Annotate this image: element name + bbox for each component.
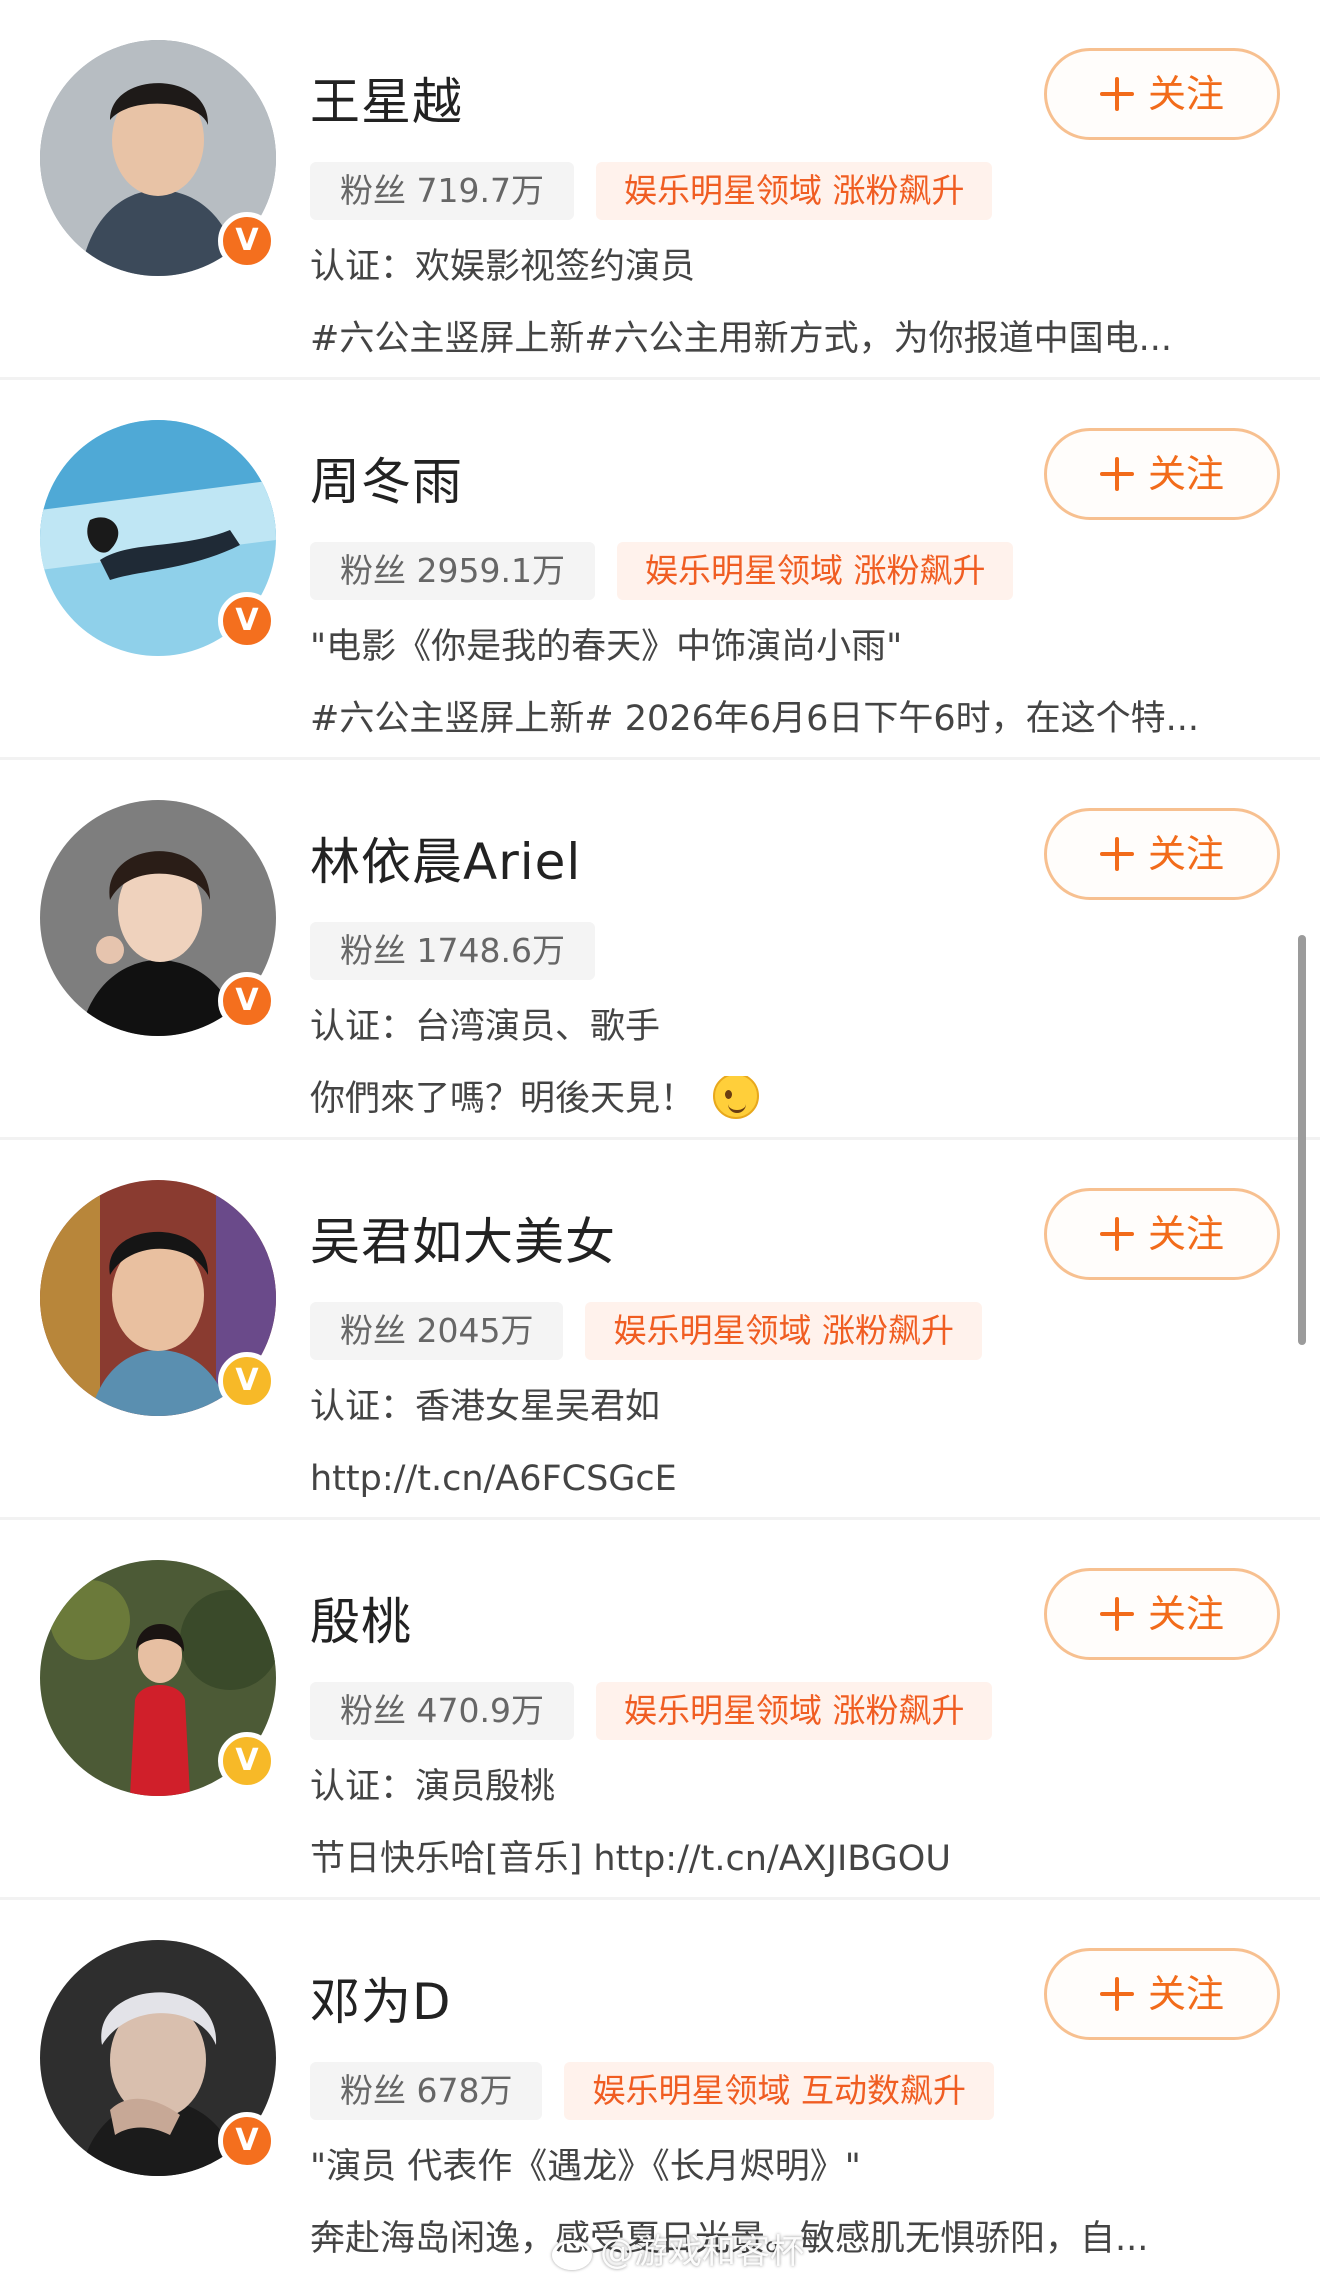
user-card[interactable]: V 殷桃 粉丝 470.9万 娱乐明星领域 涨粉飙升 认证：演员殷桃 节日快乐哈… bbox=[0, 1520, 1320, 1900]
plus-icon bbox=[1099, 837, 1134, 871]
user-card[interactable]: V 林依晨Ariel 粉丝 1748.6万 认证：台湾演员、歌手 你們來了嗎？明… bbox=[0, 760, 1320, 1140]
trending-badge: 娱乐明星领域 互动数飙升 bbox=[564, 2062, 994, 2120]
user-verification: 认证：欢娱影视签约演员 bbox=[310, 247, 696, 287]
fans-count-badge: 粉丝 470.9万 bbox=[310, 1682, 574, 1740]
plus-icon bbox=[1099, 77, 1134, 111]
follow-button[interactable]: 关注 bbox=[1044, 1948, 1280, 2040]
fans-count-badge: 粉丝 2045万 bbox=[310, 1302, 564, 1360]
user-name[interactable]: 周冬雨 bbox=[310, 452, 463, 512]
scrollbar[interactable] bbox=[1298, 935, 1306, 1345]
watermark-text: @游戏和客杯 bbox=[600, 2232, 804, 2272]
follow-label: 关注 bbox=[1147, 1592, 1224, 1636]
fans-count-badge: 粉丝 2959.1万 bbox=[310, 542, 595, 600]
user-tags: 粉丝 470.9万 娱乐明星领域 涨粉飙升 bbox=[310, 1682, 993, 1740]
wink-emoji-icon bbox=[713, 1076, 760, 1119]
user-name[interactable]: 吴君如大美女 bbox=[310, 1212, 616, 1272]
fans-count-badge: 粉丝 1748.6万 bbox=[310, 922, 595, 980]
user-latest-post[interactable]: 你們來了嗎？明後天見！ bbox=[310, 1076, 1290, 1123]
user-name[interactable]: 殷桃 bbox=[310, 1592, 412, 1652]
user-card[interactable]: V 王星越 粉丝 719.7万 娱乐明星领域 涨粉飙升 认证：欢娱影视签约演员 … bbox=[0, 0, 1320, 380]
user-verification: "演员 代表作《遇龙》《长月烬明》" bbox=[310, 2147, 861, 2187]
user-tags: 粉丝 2045万 娱乐明星领域 涨粉飙升 bbox=[310, 1302, 982, 1360]
user-name[interactable]: 王星越 bbox=[310, 72, 463, 132]
user-tags: 粉丝 719.7万 娱乐明星领域 涨粉飙升 bbox=[310, 162, 993, 220]
follow-label: 关注 bbox=[1147, 452, 1224, 496]
user-card[interactable]: V 吴君如大美女 粉丝 2045万 娱乐明星领域 涨粉飙升 认证：香港女星吴君如… bbox=[0, 1140, 1320, 1520]
avatar[interactable]: V bbox=[40, 1180, 276, 1416]
follow-button[interactable]: 关注 bbox=[1044, 1188, 1280, 1280]
trending-badge: 娱乐明星领域 涨粉飙升 bbox=[595, 162, 993, 220]
user-verification: "电影《你是我的春天》中饰演尚小雨" bbox=[310, 627, 903, 667]
watermark: @游戏和客杯 bbox=[548, 2224, 804, 2273]
verified-badge-icon: V bbox=[218, 212, 276, 270]
follow-label: 关注 bbox=[1147, 1972, 1224, 2016]
user-verification: 认证：台湾演员、歌手 bbox=[310, 1007, 661, 1047]
follow-button[interactable]: 关注 bbox=[1044, 48, 1280, 140]
weibo-logo-icon bbox=[548, 2232, 592, 2270]
verified-badge-icon: V bbox=[218, 1352, 276, 1410]
follow-label: 关注 bbox=[1147, 1212, 1224, 1256]
user-latest-post[interactable]: http://t.cn/A6FCSGcE bbox=[310, 1456, 1290, 1502]
user-tags: 粉丝 1748.6万 bbox=[310, 922, 595, 980]
user-latest-post[interactable]: 节日快乐哈[音乐] http://t.cn/AXJIBGOU bbox=[310, 1836, 1290, 1882]
trending-badge: 娱乐明星领域 涨粉飙升 bbox=[616, 542, 1014, 600]
avatar[interactable]: V bbox=[40, 420, 276, 656]
verified-badge-icon: V bbox=[218, 592, 276, 650]
plus-icon bbox=[1099, 457, 1134, 491]
user-latest-post[interactable]: #六公主竖屏上新#六公主用新方式，为你报道中国电... bbox=[310, 316, 1290, 362]
plus-icon bbox=[1099, 1217, 1134, 1251]
avatar[interactable]: V bbox=[40, 40, 276, 276]
follow-label: 关注 bbox=[1147, 832, 1224, 876]
plus-icon bbox=[1099, 1597, 1134, 1631]
avatar[interactable]: V bbox=[40, 1940, 276, 2176]
trending-badge: 娱乐明星领域 涨粉飙升 bbox=[585, 1302, 982, 1360]
verified-badge-icon: V bbox=[218, 1732, 276, 1790]
post-text: 你們來了嗎？明後天見！ bbox=[310, 1079, 696, 1119]
verified-badge-icon: V bbox=[218, 972, 276, 1030]
user-tags: 粉丝 2959.1万 娱乐明星领域 涨粉飙升 bbox=[310, 542, 1014, 600]
avatar[interactable]: V bbox=[40, 1560, 276, 1796]
user-name[interactable]: 邓为D bbox=[310, 1972, 452, 2032]
follow-label: 关注 bbox=[1147, 72, 1224, 116]
follow-button[interactable]: 关注 bbox=[1044, 1568, 1280, 1660]
user-card[interactable]: V 邓为D 粉丝 678万 娱乐明星领域 互动数飙升 "演员 代表作《遇龙》《长… bbox=[0, 1900, 1320, 2280]
user-verification: 认证：演员殷桃 bbox=[310, 1767, 556, 1807]
fans-count-badge: 粉丝 719.7万 bbox=[310, 162, 574, 220]
avatar[interactable]: V bbox=[40, 800, 276, 1036]
trending-badge: 娱乐明星领域 涨粉飙升 bbox=[595, 1682, 993, 1740]
follow-button[interactable]: 关注 bbox=[1044, 808, 1280, 900]
user-latest-post[interactable]: #六公主竖屏上新# 2026年6月6日下午6时，在这个特... bbox=[310, 696, 1290, 742]
verified-badge-icon: V bbox=[218, 2112, 276, 2170]
user-tags: 粉丝 678万 娱乐明星领域 互动数飙升 bbox=[310, 2062, 994, 2120]
user-name[interactable]: 林依晨Ariel bbox=[310, 832, 581, 892]
follow-button[interactable]: 关注 bbox=[1044, 428, 1280, 520]
user-card[interactable]: V 周冬雨 粉丝 2959.1万 娱乐明星领域 涨粉飙升 "电影《你是我的春天》… bbox=[0, 380, 1320, 760]
fans-count-badge: 粉丝 678万 bbox=[310, 2062, 543, 2120]
plus-icon bbox=[1099, 1977, 1134, 2011]
user-verification: 认证：香港女星吴君如 bbox=[310, 1387, 661, 1427]
